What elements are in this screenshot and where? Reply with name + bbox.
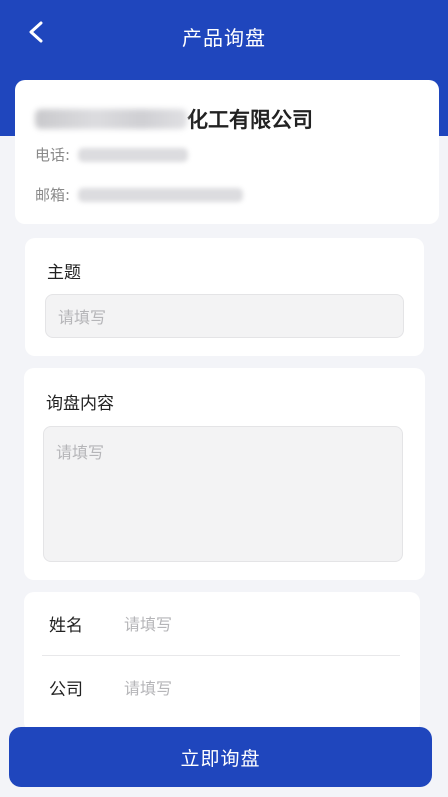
redacted-company-prefix: [35, 109, 187, 129]
phone-label: 电话:: [35, 146, 71, 164]
contact-card: 姓名 请填写 公司 请填写: [24, 592, 420, 732]
redacted-email-value: [78, 187, 244, 202]
submit-inquiry-button[interactable]: 立即询盘: [9, 727, 432, 787]
page-title: 产品询盘: [182, 26, 266, 50]
inquiry-content-textarea[interactable]: 请填写: [43, 426, 403, 562]
redacted-phone-value: [78, 147, 189, 162]
subject-card: 主题 请填写: [25, 238, 424, 356]
company-row[interactable]: 公司 请填写: [24, 656, 420, 718]
inquiry-page: 产品询盘 化工有限公司 电话: 邮箱: 主题 请填写 询盘内容 请填写 姓名 请…: [0, 0, 448, 797]
name-input[interactable]: 请填写: [124, 611, 172, 635]
inquiry-content-placeholder: 请填写: [56, 443, 105, 462]
subject-placeholder: 请填写: [58, 308, 107, 327]
subject-label: 主题: [47, 263, 81, 283]
nav-bar: 产品询盘: [0, 0, 448, 74]
company-email-row: 邮箱:: [35, 184, 244, 205]
name-label: 姓名: [49, 615, 83, 636]
name-row[interactable]: 姓名 请填写: [24, 592, 420, 654]
company-phone-row: 电话:: [35, 144, 189, 165]
inquiry-content-label: 询盘内容: [46, 394, 114, 414]
company-input[interactable]: 请填写: [124, 675, 172, 699]
company-name: 化工有限公司: [35, 104, 313, 134]
company-info-card: 化工有限公司 电话: 邮箱:: [15, 80, 439, 224]
company-name-visible: 化工有限公司: [187, 108, 313, 132]
email-label: 邮箱:: [35, 186, 71, 204]
subject-input[interactable]: 请填写: [45, 294, 404, 338]
inquiry-content-card: 询盘内容 请填写: [24, 368, 425, 580]
company-label: 公司: [49, 679, 83, 700]
